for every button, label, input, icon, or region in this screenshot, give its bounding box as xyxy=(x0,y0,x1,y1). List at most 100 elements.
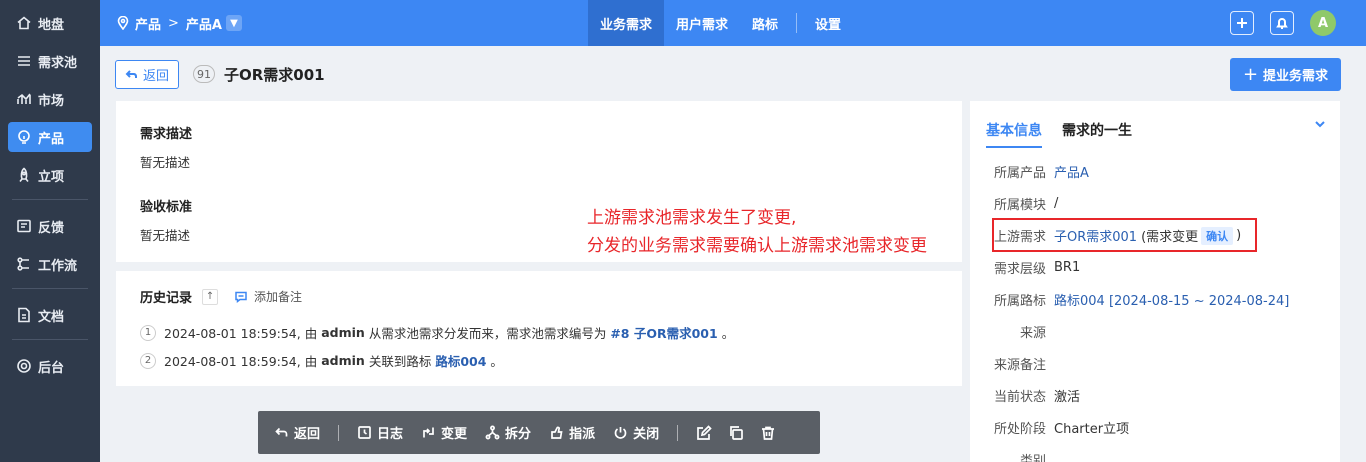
tab-user-requirements[interactable]: 用户需求 xyxy=(664,0,740,46)
info-label: 所属模块 xyxy=(993,198,1046,213)
info-value-status: 激活 xyxy=(1054,390,1081,405)
annotation-line-1: 上游需求池需求发生了变更, xyxy=(587,208,797,228)
sidebar-item-workflow[interactable]: 工作流 xyxy=(8,249,92,279)
sidebar-item-project[interactable]: 立项 xyxy=(8,160,92,190)
history-entry: 1 2024-08-01 18:59:54, 由 admin 从需求池需求分发而… xyxy=(140,323,734,342)
change-icon xyxy=(423,427,434,438)
copy-icon[interactable] xyxy=(728,425,744,441)
sidebar-item-label: 文档 xyxy=(38,309,65,325)
sidebar-item-label: 产品 xyxy=(38,131,65,147)
toolbar-close-button[interactable]: 关闭 xyxy=(613,423,659,442)
info-row-source-note: 来源备注 xyxy=(970,354,1054,373)
toolbar-change-button[interactable]: 变更 xyxy=(421,423,467,442)
chevron-down-icon[interactable]: ▼ xyxy=(225,15,242,31)
info-label: 来源备注 xyxy=(993,358,1046,373)
toolbar-log-button[interactable]: 日志 xyxy=(357,423,403,442)
add-button[interactable] xyxy=(1230,11,1254,35)
annotation-highlight-box xyxy=(992,218,1257,252)
history-entry-user: admin xyxy=(321,353,365,368)
tab-roadmap[interactable]: 路标 xyxy=(740,0,790,46)
home-icon xyxy=(15,14,33,32)
info-label: 所处阶段 xyxy=(993,422,1046,437)
sidebar-item-label: 反馈 xyxy=(38,220,65,236)
tab-settings[interactable]: 设置 xyxy=(803,0,853,46)
history-entry-link[interactable]: #8 子OR需求001 xyxy=(610,323,717,342)
history-title: 历史记录 xyxy=(140,291,193,306)
toolbar-close-label: 关闭 xyxy=(633,427,660,442)
rocket-icon xyxy=(15,166,33,184)
toolbar-change-label: 变更 xyxy=(441,427,468,442)
submit-business-requirement-button[interactable]: + 提业务需求 xyxy=(1230,58,1341,91)
back-button-label: 返回 xyxy=(142,69,169,84)
id-badge: 91 xyxy=(193,65,215,83)
info-tabs: 基本信息 需求的一生 xyxy=(986,120,1152,148)
description-text: 暂无描述 xyxy=(140,155,191,170)
nav-divider xyxy=(796,13,798,33)
plus-icon: + xyxy=(1242,63,1259,85)
feedback-icon xyxy=(15,217,33,235)
history-entry-link[interactable]: 路标004 xyxy=(435,351,486,370)
trash-icon[interactable] xyxy=(760,425,776,441)
clock-icon xyxy=(358,426,371,439)
chart-icon xyxy=(15,90,33,108)
sidebar-item-dashboard[interactable]: 地盘 xyxy=(8,8,92,38)
collapse-icon[interactable] xyxy=(1313,117,1327,131)
breadcrumb-current[interactable]: 产品A xyxy=(186,14,222,33)
info-row-category: 类别 xyxy=(970,450,1054,462)
back-button[interactable]: 返回 xyxy=(115,60,179,89)
info-value-roadmap[interactable]: 路标004 [2024-08-15 ~ 2024-08-24] xyxy=(1054,290,1289,309)
sidebar-divider xyxy=(12,199,88,200)
toolbar-back-button[interactable]: 返回 xyxy=(274,423,320,442)
sidebar-item-requirement-pool[interactable]: 需求池 xyxy=(8,46,92,76)
action-toolbar: 返回 日志 变更 拆分 指派 关闭 xyxy=(258,411,820,454)
info-row-product: 所属产品 产品A xyxy=(970,162,1089,181)
sort-button[interactable]: ↑ xyxy=(202,288,219,305)
sidebar: 地盘 需求池 市场 产品 立项 反馈 工作流 文档 后台 xyxy=(0,0,100,462)
add-note-label: 添加备注 xyxy=(254,290,303,304)
history-entry-text: 从需求池需求分发而来，需求池需求编号为 xyxy=(368,326,607,341)
comment-icon xyxy=(235,291,247,303)
gear-icon xyxy=(15,357,33,375)
hand-point-icon xyxy=(551,426,563,439)
workflow-icon xyxy=(15,255,33,273)
toolbar-split-label: 拆分 xyxy=(505,427,532,442)
breadcrumb: 产品 > 产品A ▼ xyxy=(116,0,242,46)
add-note-link[interactable]: 添加备注 xyxy=(234,288,302,305)
sidebar-item-label: 工作流 xyxy=(38,258,78,274)
info-label: 需求层级 xyxy=(993,262,1046,277)
submit-button-label: 提业务需求 xyxy=(1263,69,1329,84)
info-label: 当前状态 xyxy=(993,390,1046,405)
info-value-product[interactable]: 产品A xyxy=(1054,162,1089,181)
tab-business-requirements[interactable]: 业务需求 xyxy=(588,0,665,46)
sidebar-divider xyxy=(12,339,88,340)
notification-button[interactable] xyxy=(1270,11,1294,35)
sidebar-item-product[interactable]: 产品 xyxy=(8,122,92,152)
info-label: 来源 xyxy=(1019,326,1046,341)
top-bar: 产品 > 产品A ▼ 业务需求 用户需求 路标 设置 A xyxy=(100,0,1366,46)
sidebar-item-feedback[interactable]: 反馈 xyxy=(8,211,92,241)
breadcrumb-root[interactable]: 产品 xyxy=(135,14,161,33)
sidebar-item-label: 后台 xyxy=(38,360,65,376)
history-entry-number: 1 xyxy=(140,324,156,341)
sidebar-item-label: 地盘 xyxy=(38,17,65,33)
tab-lifecycle[interactable]: 需求的一生 xyxy=(1062,120,1132,148)
toolbar-divider xyxy=(677,424,679,441)
sidebar-item-admin[interactable]: 后台 xyxy=(8,351,92,381)
sidebar-item-market[interactable]: 市场 xyxy=(8,84,92,114)
plus-icon xyxy=(1237,18,1247,28)
toolbar-split-button[interactable]: 拆分 xyxy=(485,423,531,442)
tab-basic-info[interactable]: 基本信息 xyxy=(986,120,1042,148)
bell-icon xyxy=(1276,18,1288,29)
avatar[interactable]: A xyxy=(1310,10,1336,36)
doc-icon xyxy=(15,306,33,324)
toolbar-assign-button[interactable]: 指派 xyxy=(549,423,595,442)
edit-icon[interactable] xyxy=(696,424,712,441)
location-pin-icon xyxy=(117,16,129,30)
history-entry-suffix: 。 xyxy=(490,354,503,369)
sidebar-item-docs[interactable]: 文档 xyxy=(8,300,92,330)
toolbar-divider xyxy=(338,424,340,441)
history-panel: 历史记录 ↑ 添加备注 1 2024-08-01 18:59:54, 由 adm… xyxy=(116,271,962,386)
toolbar-log-label: 日志 xyxy=(377,427,404,442)
history-header: 历史记录 ↑ 添加备注 xyxy=(140,287,302,306)
description-title: 需求描述 xyxy=(140,127,193,142)
